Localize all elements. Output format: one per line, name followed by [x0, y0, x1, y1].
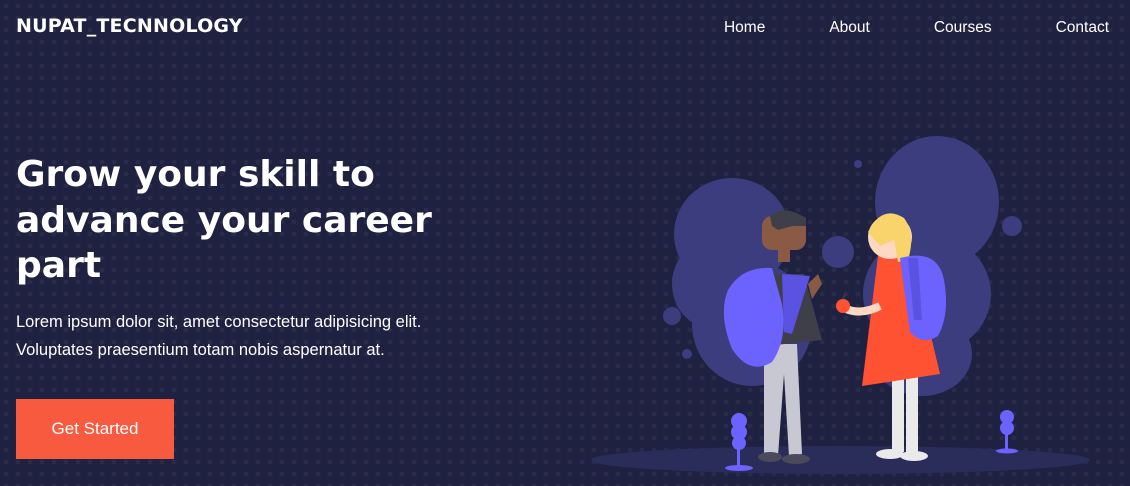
- nav-link-about[interactable]: About: [829, 19, 870, 37]
- get-started-button[interactable]: Get Started: [16, 399, 174, 459]
- top-navbar: NUPAT_TECNNOLOGY Home About Courses Cont…: [0, 0, 1130, 56]
- background-blobs: [663, 136, 1022, 396]
- nav-link-home[interactable]: Home: [724, 19, 765, 37]
- hero-description-line-2: Voluptates praesentium totam nobis asper…: [16, 340, 385, 359]
- nav-link-courses[interactable]: Courses: [934, 19, 992, 37]
- hero-description-line-1: Lorem ipsum dolor sit, amet consectetur …: [16, 313, 422, 331]
- nav-links: Home About Courses Contact: [660, 19, 1109, 37]
- students-illustration: [592, 136, 1090, 474]
- hero-title: Grow your skill to advance your career p…: [16, 154, 432, 286]
- nav-link-contact[interactable]: Contact: [1056, 19, 1109, 37]
- plant-right-icon: [996, 410, 1018, 454]
- hero-description: Lorem ipsum dolor sit, amet consectetur …: [16, 309, 486, 364]
- brand-logo-text[interactable]: NUPAT_TECNNOLOGY: [16, 15, 243, 37]
